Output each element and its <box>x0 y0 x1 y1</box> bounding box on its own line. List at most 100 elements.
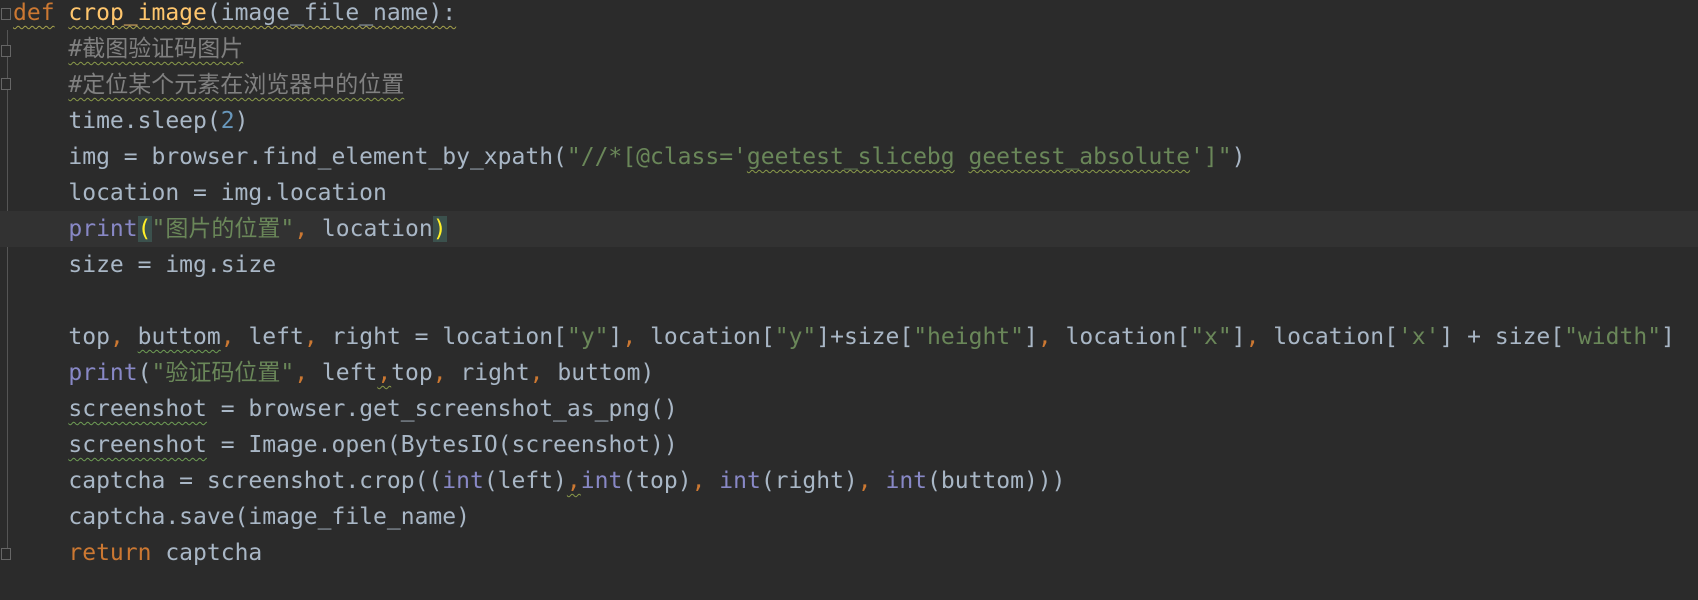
code-line[interactable]: print("验证码位置", left,top, right, buttom) <box>0 355 1698 391</box>
string-literal: "//*[@class=' <box>566 144 747 170</box>
code-text: (image_file_name): <box>206 0 457 26</box>
builtin: int <box>885 468 928 494</box>
string-literal <box>955 144 969 170</box>
string-literal: "y" <box>774 324 817 350</box>
code-text: captcha = screenshot.crop(( <box>13 468 443 494</box>
keyword: return <box>68 540 152 566</box>
code-text: right = location[ <box>317 324 567 350</box>
code-text: location <box>308 216 433 242</box>
code-text: (buttom))) <box>927 468 1066 494</box>
code-line[interactable]: time.sleep(2) <box>0 103 1698 139</box>
keyword: def <box>13 0 55 26</box>
string-literal: "验证码位置" <box>151 360 295 386</box>
string-literal: geetest_slicebg <box>746 144 955 170</box>
code-text: screenshot <box>68 432 207 458</box>
punctuation: , <box>432 360 447 386</box>
builtin: int <box>719 468 761 494</box>
code-text: = Image.open(BytesIO(screenshot)) <box>206 432 678 458</box>
code-line[interactable]: return captcha <box>0 535 1698 571</box>
string-literal: geetest_absolute <box>968 144 1191 170</box>
code-line[interactable]: #定位某个元素在浏览器中的位置 <box>0 67 1698 103</box>
code-text: ) <box>234 108 249 134</box>
code-text: captcha.save(image_file_name) <box>13 504 470 530</box>
punctuation: , <box>622 324 637 350</box>
string-literal: 'x' <box>1397 324 1440 350</box>
string-literal: "width" <box>1564 324 1662 350</box>
punctuation: , <box>691 468 706 494</box>
builtin: int <box>442 468 484 494</box>
code-text: ) <box>1231 144 1246 170</box>
code-text: location[ <box>1259 324 1398 350</box>
code-text: size = img.size <box>13 252 277 278</box>
code-text: ( <box>137 360 152 386</box>
code-text: buttom <box>137 324 221 350</box>
code-text: img = browser.find_element_by_xpath( <box>13 144 567 170</box>
code-line[interactable]: img = browser.find_element_by_xpath("//*… <box>0 139 1698 175</box>
code-text: left <box>308 360 378 386</box>
code-text: (right) <box>760 468 858 494</box>
code-text: buttom) <box>543 360 655 386</box>
code-line[interactable] <box>0 283 1698 319</box>
code-line[interactable]: captcha = screenshot.crop((int(left),int… <box>0 463 1698 499</box>
code-text: location[ <box>1051 324 1191 350</box>
builtin: int <box>580 468 623 494</box>
code-text: = browser.get_screenshot_as_png() <box>206 396 678 422</box>
code-line[interactable]: screenshot = browser.get_screenshot_as_p… <box>0 391 1698 427</box>
comment: #定位某个元素在浏览器中的位置 <box>68 72 405 98</box>
code-line[interactable]: def crop_image(image_file_name): <box>0 0 1698 31</box>
code-line[interactable]: print("图片的位置", location) <box>0 211 1698 247</box>
code-line[interactable]: location = img.location <box>0 175 1698 211</box>
punctuation: , <box>220 324 235 350</box>
builtin: print <box>68 216 138 242</box>
string-literal: "图片的位置" <box>151 216 295 242</box>
code-text: ] <box>1231 324 1246 350</box>
number-literal: 2 <box>220 108 235 134</box>
punctuation: , <box>303 324 318 350</box>
string-literal: ']" <box>1190 144 1232 170</box>
punctuation: , <box>1245 324 1260 350</box>
punctuation: , <box>1037 324 1052 350</box>
matched-brace: ) <box>432 216 447 242</box>
code-text: ] + size[ <box>1439 324 1565 350</box>
code-text: location = img.location <box>13 180 387 206</box>
code-text: top <box>13 324 110 350</box>
code-line[interactable]: captcha.save(image_file_name) <box>0 499 1698 535</box>
code-line[interactable]: top, buttom, left, right = location["y"]… <box>0 319 1698 355</box>
punctuation: , <box>109 324 124 350</box>
code-text: ] <box>1023 324 1038 350</box>
code-text: ] <box>608 324 623 350</box>
punctuation: , <box>566 468 581 494</box>
string-literal: "height" <box>913 324 1024 350</box>
punctuation: , <box>294 360 309 386</box>
punctuation: , <box>294 216 309 242</box>
code-text: time.sleep( <box>13 108 221 134</box>
code-text: captcha <box>151 540 263 566</box>
punctuation: , <box>377 360 392 386</box>
builtin: print <box>68 360 138 386</box>
code-line[interactable]: size = img.size <box>0 247 1698 283</box>
code-text: top <box>391 360 433 386</box>
code-text: right <box>446 360 530 386</box>
code-text: ] <box>1661 324 1675 350</box>
comment: #截图验证码图片 <box>68 36 244 62</box>
string-literal: "x" <box>1190 324 1232 350</box>
code-area[interactable]: def crop_image(image_file_name): #截图验证码图… <box>0 0 1698 571</box>
code-text: (left) <box>483 468 567 494</box>
code-line[interactable]: screenshot = Image.open(BytesIO(screensh… <box>0 427 1698 463</box>
punctuation: , <box>857 468 872 494</box>
code-line[interactable]: #截图验证码图片 <box>0 31 1698 67</box>
code-text: screenshot <box>68 396 207 422</box>
matched-brace: ( <box>137 216 152 242</box>
string-literal: "y" <box>566 324 609 350</box>
